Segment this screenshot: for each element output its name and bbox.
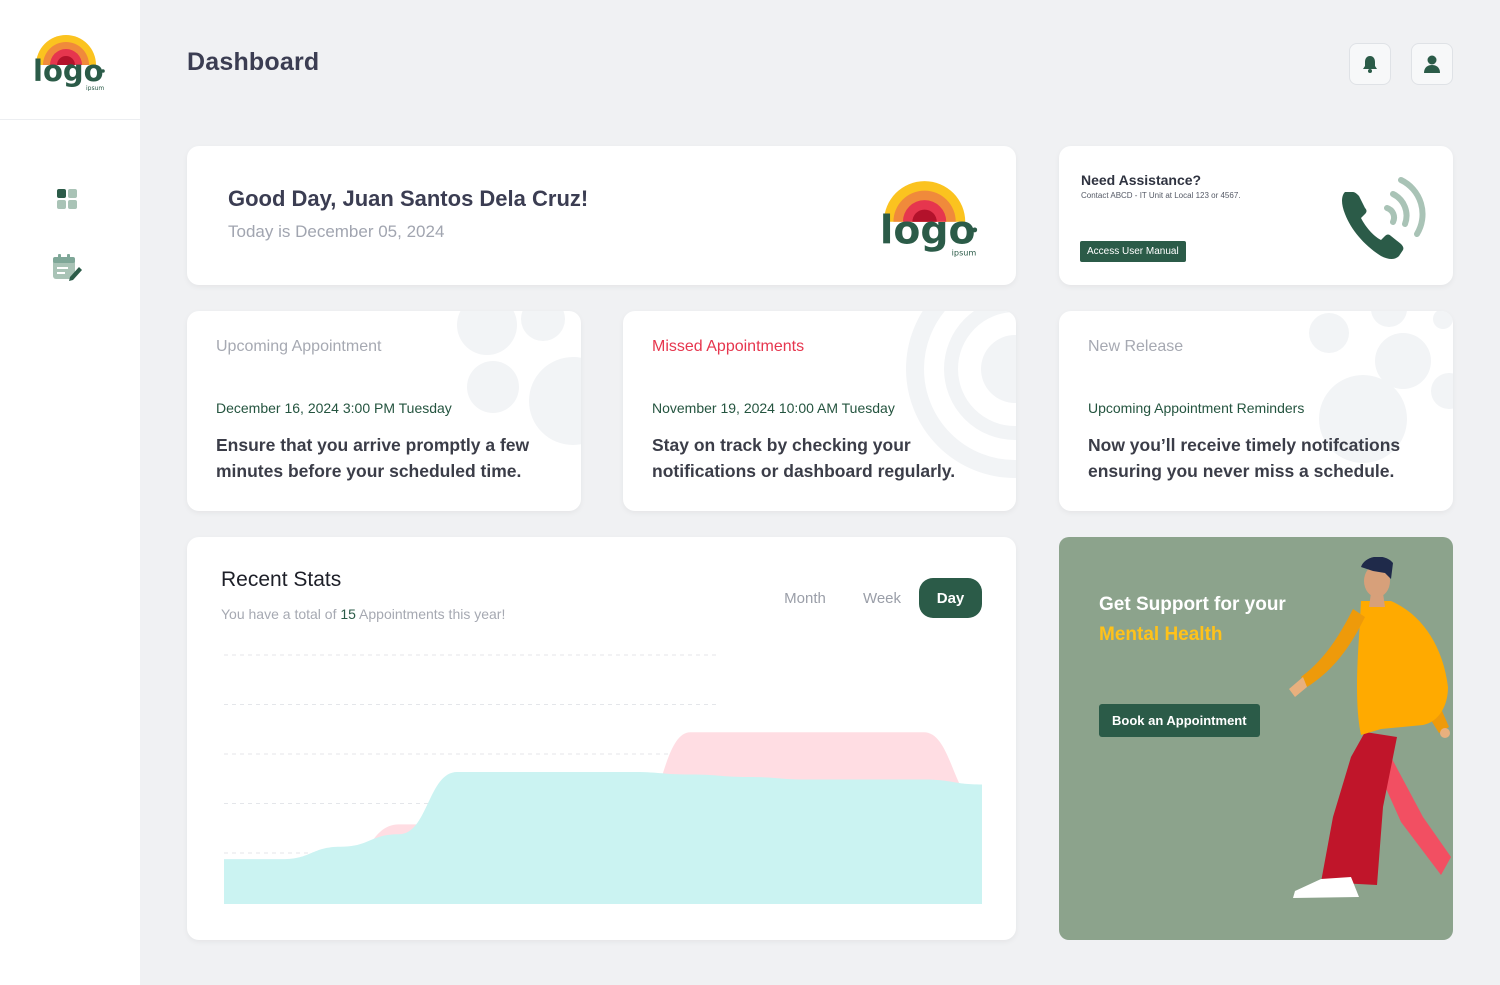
svg-text:ipsum: ipsum bbox=[952, 248, 977, 257]
missed-appointments-card[interactable]: Missed Appointments November 19, 2024 10… bbox=[623, 311, 1016, 511]
card-label: Upcoming Appointment bbox=[216, 338, 382, 355]
new-release-card[interactable]: New Release Upcoming Appointment Reminde… bbox=[1059, 311, 1453, 511]
phone-icon bbox=[1342, 177, 1426, 259]
decorative-shapes bbox=[457, 311, 581, 445]
release-title: Upcoming Appointment Reminders bbox=[1088, 400, 1305, 416]
greeting-title: Good Day, Juan Santos Dela Cruz! bbox=[228, 186, 589, 211]
logo-icon: logo ipsum bbox=[880, 181, 978, 257]
sidebar-item-dashboard[interactable] bbox=[50, 182, 84, 216]
mental-health-promo: Get Support for your Mental Health Book … bbox=[1059, 537, 1453, 940]
recent-stats-card: Recent Stats You have a total of 15 Appo… bbox=[187, 537, 1016, 940]
chart-series-area-1 bbox=[224, 772, 982, 904]
bell-icon bbox=[1363, 56, 1377, 73]
appointment-date: November 19, 2024 10:00 AM Tuesday bbox=[652, 400, 895, 416]
card-body: Ensure that you arrive promptly a few mi… bbox=[216, 435, 530, 481]
svg-text:ipsum: ipsum bbox=[86, 85, 104, 91]
sidebar-logo[interactable]: logo ipsum bbox=[0, 0, 140, 120]
logo-icon: logo ipsum bbox=[33, 34, 105, 91]
sidebar-item-appointments[interactable] bbox=[50, 250, 84, 284]
promo-title: Get Support for your bbox=[1099, 594, 1286, 615]
dashboard-icon bbox=[57, 189, 77, 209]
book-appointment-button[interactable]: Book an Appointment bbox=[1099, 704, 1260, 737]
access-user-manual-button[interactable]: Access User Manual bbox=[1080, 241, 1186, 262]
user-icon bbox=[1424, 55, 1440, 73]
calendar-edit-icon bbox=[53, 254, 82, 281]
card-label: New Release bbox=[1088, 338, 1184, 355]
profile-button[interactable] bbox=[1411, 43, 1453, 85]
assistance-card: Need Assistance? Contact ABCD - IT Unit … bbox=[1059, 146, 1453, 285]
assistance-title: Need Assistance? bbox=[1081, 172, 1202, 188]
stats-chart bbox=[224, 654, 982, 904]
notifications-button[interactable] bbox=[1349, 43, 1391, 85]
page-title: Dashboard bbox=[187, 48, 320, 76]
promo-highlight: Mental Health bbox=[1099, 624, 1223, 645]
walking-person-illustration bbox=[1289, 557, 1451, 898]
greeting-date: Today is December 05, 2024 bbox=[228, 222, 445, 241]
card-body: Stay on track by checking your notificat… bbox=[652, 435, 956, 481]
greeting-card: Good Day, Juan Santos Dela Cruz! Today i… bbox=[187, 146, 1016, 285]
assistance-subtitle: Contact ABCD - IT Unit at Local 123 or 4… bbox=[1081, 191, 1241, 200]
card-body: Now you’ll receive timely notifcations e… bbox=[1088, 435, 1401, 481]
svg-text:logo: logo bbox=[33, 54, 104, 88]
upcoming-appointment-card[interactable]: Upcoming Appointment December 16, 2024 3… bbox=[187, 311, 581, 511]
sidebar: logo ipsum bbox=[0, 0, 140, 985]
appointment-date: December 16, 2024 3:00 PM Tuesday bbox=[216, 400, 452, 416]
card-label: Missed Appointments bbox=[652, 338, 805, 355]
